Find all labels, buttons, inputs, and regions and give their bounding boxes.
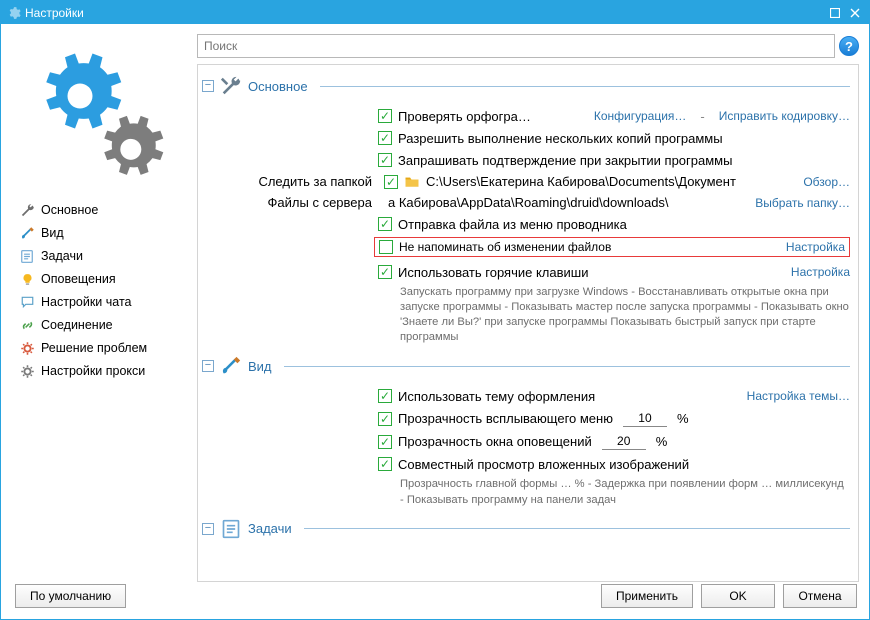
help-button[interactable]: ? (839, 36, 859, 56)
link-config[interactable]: Конфигурация… (594, 109, 687, 124)
checkbox-confirm[interactable] (378, 153, 392, 167)
content-area: Основное Вид Задачи Оповещения Настройки… (1, 24, 869, 582)
link-noremind-cfg[interactable]: Настройка (778, 240, 845, 254)
brush-section-icon (220, 355, 242, 377)
brush-icon (19, 225, 35, 241)
main-sub-options: Запускать программу при загрузке Windows… (378, 283, 850, 351)
default-button[interactable]: По умолчанию (15, 584, 126, 608)
collapse-toggle[interactable]: − (202, 523, 214, 535)
checkbox-popup-trans[interactable] (378, 412, 392, 426)
nav-item-conn[interactable]: Соединение (19, 315, 185, 335)
checkbox-hotkeys[interactable] (378, 265, 392, 279)
opt-notif-trans: Прозрачность окна оповещений (398, 434, 592, 449)
opt-popup-trans: Прозрачность всплывающего меню (398, 411, 613, 426)
label-watch-folder: Следить за папкой (232, 174, 378, 189)
link-fixenc[interactable]: Исправить кодировку… (719, 109, 850, 124)
nav-label: Вид (41, 226, 64, 240)
pct-label: % (656, 434, 668, 449)
nav-label: Соединение (41, 318, 113, 332)
view-sub-options: Прозрачность главной формы … % - Задержк… (378, 475, 850, 513)
opt-multi: Разрешить выполнение нескольких копий пр… (398, 131, 723, 146)
opt-confirm: Запрашивать подтверждение при закрытии п… (398, 153, 732, 168)
highlighted-option: Не напоминать об изменении файлов Настро… (374, 237, 850, 257)
checkbox-nested[interactable] (378, 457, 392, 471)
section-header-view: − Вид (202, 355, 850, 377)
section-title: Вид (248, 359, 272, 374)
note-section-icon (220, 518, 242, 540)
ok-button[interactable]: OK (701, 584, 775, 608)
label-server-files: Файлы с сервера (232, 195, 378, 210)
section-title: Задачи (248, 521, 292, 536)
bulb-icon (19, 271, 35, 287)
settings-window: Настройки Основное Вид Задачи Оповещения (0, 0, 870, 620)
checkbox-send[interactable] (378, 217, 392, 231)
section-title: Основное (248, 79, 308, 94)
footer: По умолчанию Применить OK Отмена (1, 582, 869, 620)
wrench-icon (19, 202, 35, 218)
note-icon (19, 248, 35, 264)
opt-hotkeys: Использовать горячие клавиши (398, 265, 588, 280)
checkbox-multi[interactable] (378, 131, 392, 145)
folder-icon (404, 175, 420, 189)
search-input[interactable] (197, 34, 835, 58)
checkbox-noremind[interactable] (379, 240, 393, 254)
browse-server[interactable]: Выбрать папку… (755, 196, 850, 210)
input-popup-trans[interactable] (623, 410, 667, 427)
watch-path: C:\Users\Екатерина Кабирова\Documents\До… (426, 174, 797, 189)
nav-item-alerts[interactable]: Оповещения (19, 269, 185, 289)
collapse-toggle[interactable]: − (202, 360, 214, 372)
gear-warn-icon (19, 340, 35, 356)
checkbox-watch[interactable] (384, 175, 398, 189)
left-panel: Основное Вид Задачи Оповещения Настройки… (15, 34, 185, 582)
maximize-button[interactable] (825, 4, 845, 22)
link-theme-cfg[interactable]: Настройка темы… (739, 389, 850, 403)
nav-item-main[interactable]: Основное (19, 200, 185, 220)
collapse-toggle[interactable]: − (202, 80, 214, 92)
nav-list: Основное Вид Задачи Оповещения Настройки… (15, 198, 185, 381)
pct-label: % (677, 411, 689, 426)
nav-item-chat[interactable]: Настройки чата (19, 292, 185, 312)
close-button[interactable] (845, 4, 865, 22)
nav-label: Задачи (41, 249, 83, 263)
input-notif-trans[interactable] (602, 433, 646, 450)
nav-label: Решение проблем (41, 341, 147, 355)
cancel-button[interactable]: Отмена (783, 584, 857, 608)
section-header-tasks: − Задачи (202, 518, 850, 540)
opt-nested: Совместный просмотр вложенных изображени… (398, 457, 689, 472)
titlebar: Настройки (1, 1, 869, 24)
nav-label: Оповещения (41, 272, 116, 286)
opt-spell: Проверять орфогра… (398, 109, 531, 124)
nav-label: Настройки чата (41, 295, 132, 309)
opt-send: Отправка файла из меню проводника (398, 217, 627, 232)
window-title: Настройки (25, 6, 84, 20)
link-hotkeys-cfg[interactable]: Настройка (783, 265, 850, 279)
nav-label: Настройки прокси (41, 364, 145, 378)
opt-noremind: Не напоминать об изменении файлов (399, 240, 611, 254)
link-icon (19, 317, 35, 333)
checkbox-theme[interactable] (378, 389, 392, 403)
gear-icon (19, 363, 35, 379)
apply-button[interactable]: Применить (601, 584, 693, 608)
settings-scroll[interactable]: − Основное (197, 64, 859, 582)
browse-watch[interactable]: Обзор… (803, 175, 850, 189)
nav-label: Основное (41, 203, 98, 217)
checkbox-notif-trans[interactable] (378, 435, 392, 449)
tools-icon (220, 75, 242, 97)
checkbox-spell[interactable] (378, 109, 392, 123)
nav-item-view[interactable]: Вид (19, 223, 185, 243)
app-icon (7, 6, 21, 20)
server-path: а Кабирова\AppData\Roaming\druid\downloa… (384, 195, 749, 210)
opt-theme: Использовать тему оформления (398, 389, 595, 404)
section-header-main: − Основное (202, 75, 850, 97)
right-panel: ? − Основное (197, 34, 859, 582)
nav-item-troubleshoot[interactable]: Решение проблем (19, 338, 185, 358)
nav-item-proxy[interactable]: Настройки прокси (19, 361, 185, 381)
chat-icon (19, 294, 35, 310)
nav-item-tasks[interactable]: Задачи (19, 246, 185, 266)
gears-illustration (15, 34, 185, 198)
